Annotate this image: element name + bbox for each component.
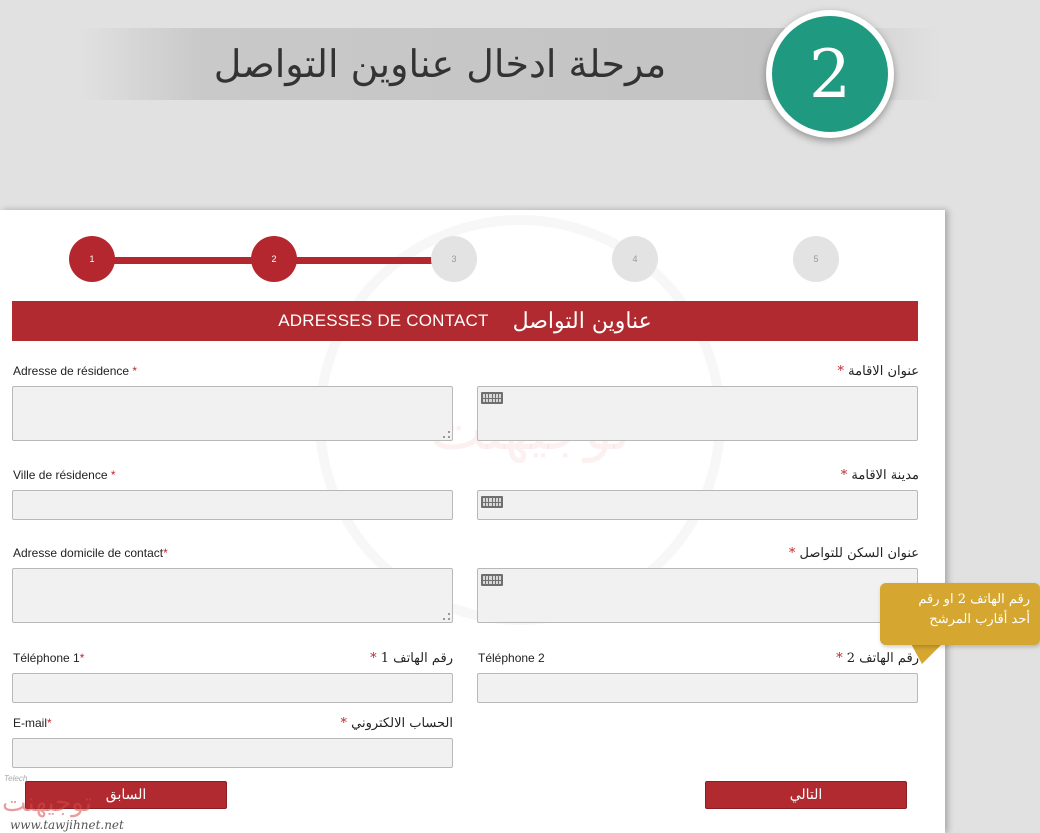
residence-address-label-ar: عنوان الاقامة * bbox=[837, 364, 919, 379]
section-title-ar: عناوين التواصل bbox=[512, 308, 652, 334]
residence-city-label-fr: Ville de résidence * bbox=[13, 468, 116, 482]
stepper-step-1[interactable]: 1 bbox=[69, 236, 115, 282]
contact-address-fr-textarea[interactable] bbox=[12, 568, 453, 623]
phone2-label-ar: رقم الهاتف 2 * bbox=[836, 651, 919, 666]
email-field[interactable] bbox=[13, 739, 452, 767]
residence-address-ar-textarea[interactable] bbox=[477, 386, 918, 441]
residence-city-ar-input[interactable] bbox=[477, 490, 918, 520]
phone1-input[interactable] bbox=[12, 673, 453, 703]
residence-address-label-fr: Adresse de résidence * bbox=[13, 364, 138, 378]
residence-city-label-ar: مدينة الاقامة * bbox=[840, 468, 919, 483]
stepper-step-4[interactable]: 4 bbox=[612, 236, 658, 282]
residence-city-fr-input[interactable] bbox=[12, 490, 453, 520]
phone2-callout: رقم الهاتف 2 او رقم أحد أقارب المرشح bbox=[880, 583, 1040, 645]
watermark-small-text: Telech bbox=[4, 774, 28, 783]
phone2-field[interactable] bbox=[478, 674, 917, 702]
contact-address-label-ar: عنوان السكن للتواصل * bbox=[788, 546, 919, 561]
stepper-step-2[interactable]: 2 bbox=[251, 236, 297, 282]
keyboard-icon[interactable] bbox=[481, 496, 503, 508]
callout-tail bbox=[910, 642, 944, 664]
next-button[interactable]: التالي bbox=[705, 781, 907, 809]
stepper-line-1-2 bbox=[92, 257, 274, 264]
stepper-step-5[interactable]: 5 bbox=[793, 236, 839, 282]
stepper-step-3[interactable]: 3 bbox=[431, 236, 477, 282]
watermark-url: www.tawjihnet.net bbox=[10, 818, 124, 832]
stepper-line-2-3 bbox=[274, 257, 454, 264]
section-title-fr: ADRESSES DE CONTACT bbox=[278, 311, 489, 330]
resize-grip-icon[interactable] bbox=[443, 613, 450, 620]
keyboard-icon[interactable] bbox=[481, 392, 503, 404]
step-number: 2 bbox=[772, 16, 888, 132]
callout-line-1: رقم الهاتف 2 او رقم bbox=[918, 592, 1030, 607]
resize-grip-icon[interactable] bbox=[443, 431, 450, 438]
phone1-field[interactable] bbox=[13, 674, 452, 702]
phone1-label-fr: Téléphone 1* bbox=[13, 651, 85, 665]
phone2-input[interactable] bbox=[477, 673, 918, 703]
contact-address-ar-textarea[interactable] bbox=[477, 568, 918, 623]
residence-address-fr-textarea[interactable] bbox=[12, 386, 453, 441]
contact-address-label-fr: Adresse domicile de contact* bbox=[13, 546, 168, 560]
residence-city-fr-field[interactable] bbox=[13, 491, 452, 519]
callout-line-2: أحد أقارب المرشح bbox=[929, 612, 1030, 627]
page-title: مرحلة ادخال عناوين التواصل bbox=[213, 42, 667, 86]
email-label-ar: الحساب الالكتروني * bbox=[340, 716, 453, 731]
keyboard-icon[interactable] bbox=[481, 574, 503, 586]
section-title-bar: ADRESSES DE CONTACT عناوين التواصل bbox=[12, 301, 918, 341]
email-label-fr: E-mail* bbox=[13, 716, 52, 730]
phone2-label-fr: Téléphone 2 bbox=[478, 651, 545, 665]
watermark-logo: توجيهنت bbox=[2, 788, 92, 818]
email-input[interactable] bbox=[12, 738, 453, 768]
step-badge: 2 bbox=[766, 10, 894, 138]
phone1-label-ar: رقم الهاتف 1 * bbox=[370, 651, 453, 666]
